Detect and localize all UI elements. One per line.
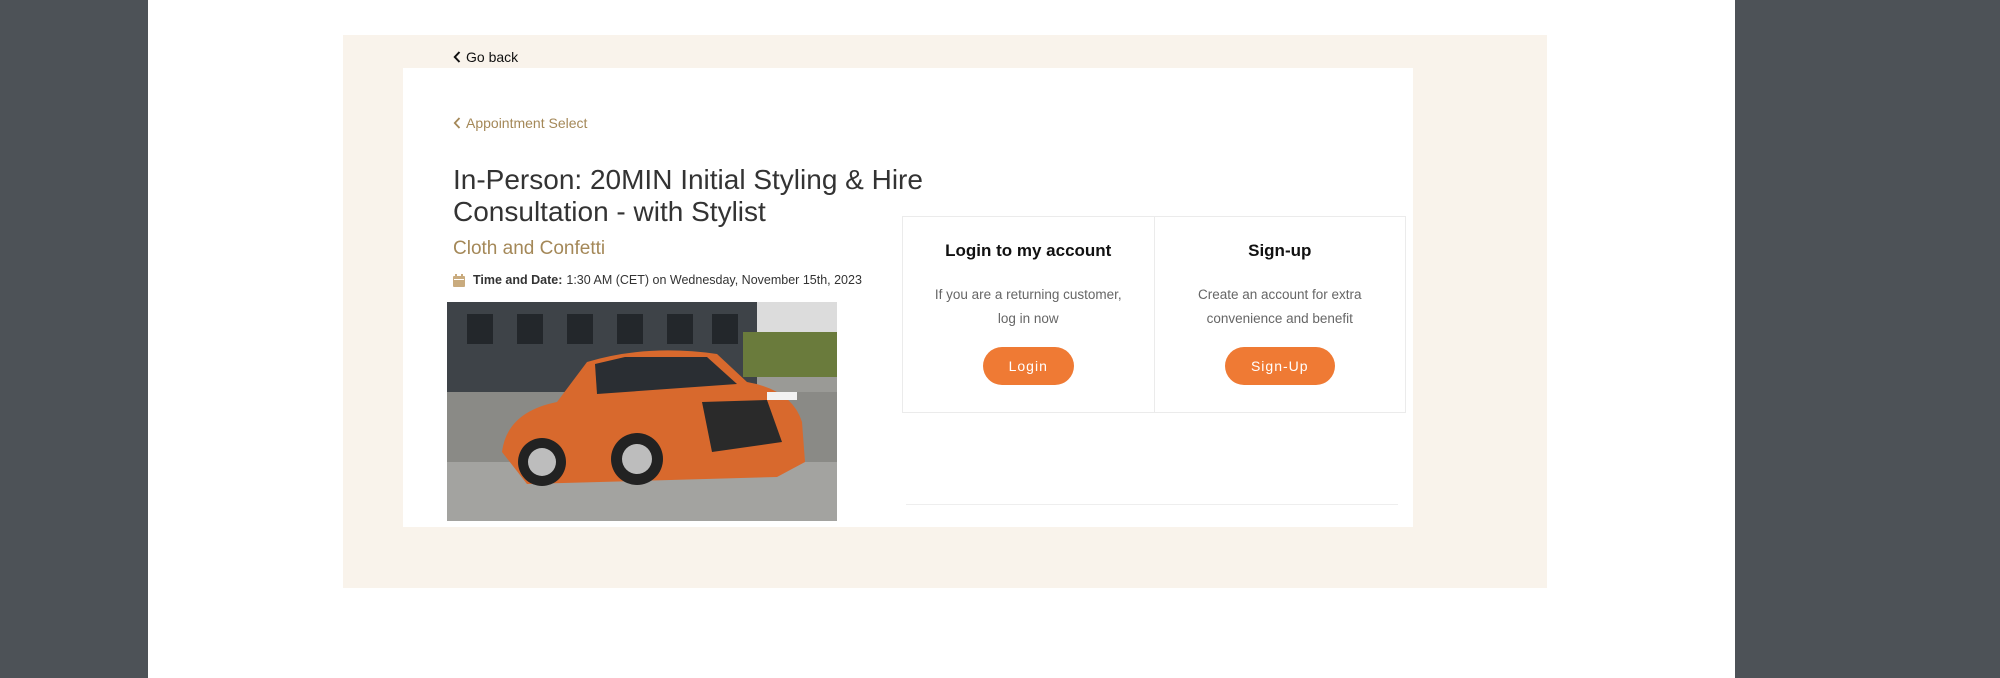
auth-panel: Login to my account If you are a returni…: [902, 216, 1406, 413]
time-label: Time and Date:: [473, 273, 563, 287]
appointment-title: In-Person: 20MIN Initial Styling & Hire …: [453, 164, 923, 227]
calendar-icon: [453, 273, 465, 287]
chevron-left-icon: [453, 51, 461, 63]
login-description: If you are a returning customer, log in …: [934, 287, 1122, 326]
divider: [906, 504, 1398, 505]
appointment-select-label: Appointment Select: [466, 115, 588, 131]
login-section: Login to my account If you are a returni…: [903, 217, 1154, 412]
go-back-label: Go back: [466, 49, 519, 65]
service-image: [447, 302, 837, 521]
signup-description: Create an account for extra convenience …: [1197, 287, 1362, 326]
login-button[interactable]: Login: [982, 347, 1074, 385]
time-and-date: Time and Date: 1:30 AM (CET) on Wednesday…: [453, 273, 862, 287]
signup-section: Sign-up Create an account for extra conv…: [1153, 217, 1406, 412]
signup-button[interactable]: Sign-Up: [1224, 347, 1335, 385]
login-title: Login to my account: [945, 241, 1112, 260]
go-back-link[interactable]: Go back: [453, 49, 518, 65]
time-value: 1:30 AM (CET) on Wednesday, November 15t…: [566, 273, 862, 287]
business-name: Cloth and Confetti: [453, 238, 606, 259]
chevron-left-icon: [453, 117, 461, 129]
signup-title: Sign-up: [1248, 241, 1312, 260]
appointment-select-link[interactable]: Appointment Select: [453, 115, 587, 131]
